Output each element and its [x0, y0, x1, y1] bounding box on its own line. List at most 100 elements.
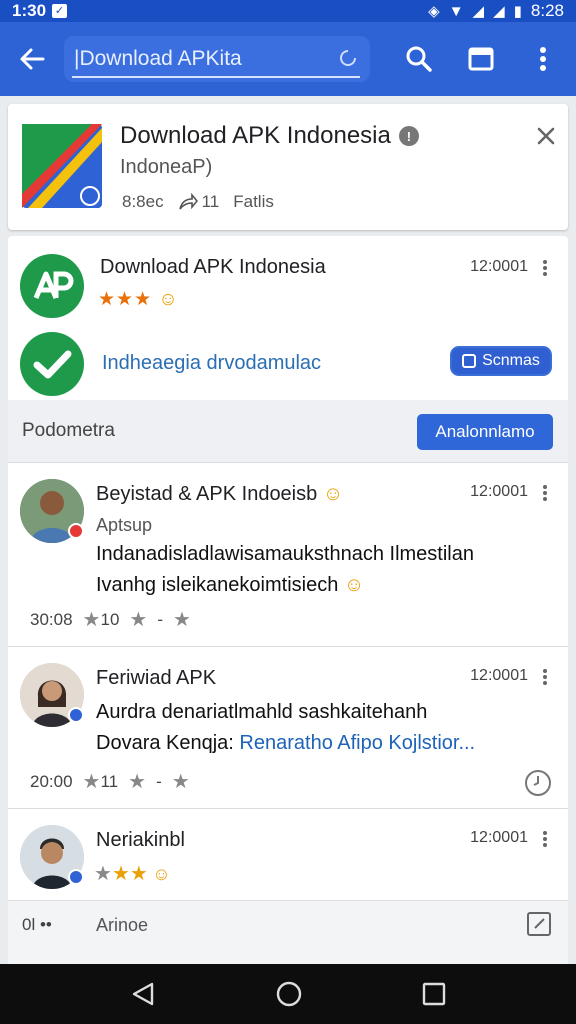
- separator: -: [156, 771, 162, 791]
- search-underline: [72, 76, 360, 78]
- share-icon: [178, 193, 198, 210]
- meta-label: Fatlis: [233, 192, 274, 211]
- search-button[interactable]: [388, 22, 450, 96]
- check-icon: [20, 332, 84, 396]
- system-nav-bar: [0, 964, 576, 1024]
- partial-time: 0l ••: [22, 915, 52, 934]
- status-time: 1:30: [12, 1, 47, 20]
- reviewer-badge-icon: [68, 523, 84, 539]
- review-foot-time: 20:00: [30, 771, 73, 791]
- star-icon[interactable]: ★: [83, 607, 101, 632]
- star-icon[interactable]: ★: [83, 769, 101, 794]
- status-icons: ◈ ▼ ◢ ◢ ▮ 8:28: [428, 1, 564, 21]
- star-icon[interactable]: ★: [173, 607, 191, 632]
- section-label: Podometra: [22, 420, 115, 441]
- reviewer-badge-icon: [68, 707, 84, 723]
- rating-stars: ★★★: [98, 289, 153, 310]
- app-logo: [22, 124, 102, 208]
- review-item-partial[interactable]: 0l •• Arinoe: [8, 900, 568, 966]
- signal-icon: ◢: [472, 3, 485, 20]
- app-result-name: Download APK Indonesia: [100, 256, 326, 278]
- nav-back-icon[interactable]: [130, 981, 156, 1007]
- search-input[interactable]: [74, 47, 324, 71]
- back-arrow-icon: [20, 48, 45, 70]
- verified-icon: !: [398, 126, 419, 146]
- review-item[interactable]: Beyistad & APK Indoeisb ☺ Aptsup 12:0001…: [8, 462, 568, 646]
- nav-home-icon[interactable]: [275, 980, 303, 1008]
- star-icon[interactable]: ★: [129, 607, 147, 632]
- app-title-text: Download APK Indonesia: [120, 122, 391, 149]
- review-body: Aurdra denariatlmahld sashkaitehanh Dova…: [96, 697, 556, 759]
- review-author: Neriakinbl: [96, 829, 185, 851]
- more-vert-icon: [540, 47, 546, 71]
- reviewer-badge-icon: [68, 869, 84, 885]
- review-body-line-1: Aurdra denariatlmahld sashkaitehanh: [96, 701, 428, 723]
- review-like-count: 10: [100, 609, 120, 629]
- signal-2-icon: ◢: [493, 3, 505, 20]
- review-footer: 20:00 ★ 11 ★ - ★: [30, 769, 190, 794]
- overflow-menu-button[interactable]: [512, 22, 574, 96]
- voice-icon[interactable]: [338, 48, 358, 68]
- nav-recents-icon[interactable]: [422, 982, 446, 1006]
- ap-logo-icon: [33, 271, 74, 299]
- review-link[interactable]: Renaratho Afipo Kojlstior...: [239, 732, 475, 754]
- app-result-time: 12:0001: [470, 258, 528, 275]
- meta-size: 8:8ec: [122, 192, 164, 211]
- status-right-time: 8:28: [530, 1, 564, 20]
- status-bar: 1:30 ✓ ◈ ▼ ◢ ◢ ▮ 8:28: [0, 0, 576, 22]
- emoji-icon: ☺: [152, 864, 171, 884]
- smile-emoji-icon: ☺: [158, 289, 179, 310]
- back-button[interactable]: [0, 22, 64, 96]
- results-card: Download APK Indonesia ★★★ ☺ 12:0001 Ind…: [8, 236, 568, 966]
- review-item[interactable]: Feriwiad APK 12:0001 Aurdra denariatlmah…: [8, 646, 568, 808]
- app-result-stars: ★★★ ☺: [98, 288, 179, 311]
- checkbox-icon: [462, 354, 477, 368]
- star-icon[interactable]: ★: [128, 769, 146, 794]
- app-bar: [0, 22, 576, 96]
- section-action-button[interactable]: Analonnlamo: [417, 414, 553, 450]
- meta-share-count: 11: [201, 192, 220, 211]
- review-time: 12:0001: [470, 667, 528, 684]
- review-menu[interactable]: [538, 829, 552, 849]
- review-time: 12:0001: [470, 829, 528, 846]
- review-author: Feriwiad APK: [96, 667, 217, 689]
- app-result-icon: [20, 254, 84, 318]
- search-box[interactable]: [64, 36, 370, 82]
- close-icon[interactable]: [534, 124, 558, 148]
- clock-icon[interactable]: [524, 769, 552, 797]
- verify-row: Indheaegia drvodamulac Scnmas: [8, 330, 568, 400]
- review-foot-time: 30:08: [30, 609, 73, 629]
- edit-icon[interactable]: [526, 911, 552, 937]
- separator: -: [157, 609, 164, 629]
- review-body-line-2: Dovara Kenqja: Renaratho Afipo Kojlstior…: [96, 732, 476, 754]
- verify-text: Indheaegia drvodamulac: [102, 352, 322, 374]
- section-header: Podometra Analonnlamo: [8, 400, 568, 462]
- app-header-card: Download APK Indonesia ! IndoneaP) 8:8ec…: [8, 104, 568, 230]
- review-subtitle: Aptsup: [96, 515, 153, 535]
- app-result-menu[interactable]: [538, 258, 552, 278]
- review-menu[interactable]: [538, 667, 552, 687]
- app-result-row[interactable]: Download APK Indonesia ★★★ ☺ 12:0001: [8, 236, 568, 330]
- review-body-line-2: Ivanhg isleikanekoimtisiech ☺: [96, 574, 365, 596]
- verify-button-label: Scnmas: [482, 352, 540, 369]
- meta-shares: 11: [178, 192, 220, 212]
- star-icon[interactable]: ★: [172, 769, 190, 794]
- app-subtitle: IndoneaP): [120, 156, 213, 178]
- review-item[interactable]: Neriakinbl 12:0001 ★★★ ☺: [8, 808, 568, 900]
- tabs-icon: [468, 47, 494, 71]
- review-like-count: 11: [100, 771, 119, 791]
- verify-button[interactable]: Scnmas: [450, 346, 552, 376]
- review-footer: 30:08 ★ 10 ★ - ★: [30, 607, 191, 632]
- app-title: Download APK Indonesia !: [120, 122, 419, 150]
- wink-emoji-icon: ☺: [322, 483, 344, 505]
- star-icon: ★: [94, 863, 112, 885]
- wifi-icon: ▼: [448, 2, 464, 20]
- review-author: Beyistad & APK Indoeisb ☺: [96, 483, 344, 505]
- tabs-button[interactable]: [450, 22, 512, 96]
- app-meta: 8:8ec 11 Fatlis: [122, 192, 274, 212]
- review-body: Indanadisladlawisamauksthnach Ilmestilan…: [96, 539, 556, 601]
- review-time: 12:0001: [470, 483, 528, 500]
- review-body-line-1: Indanadisladlawisamauksthnach Ilmestilan: [96, 543, 474, 565]
- review-menu[interactable]: [538, 483, 552, 503]
- rating-stars: ★★: [111, 863, 148, 885]
